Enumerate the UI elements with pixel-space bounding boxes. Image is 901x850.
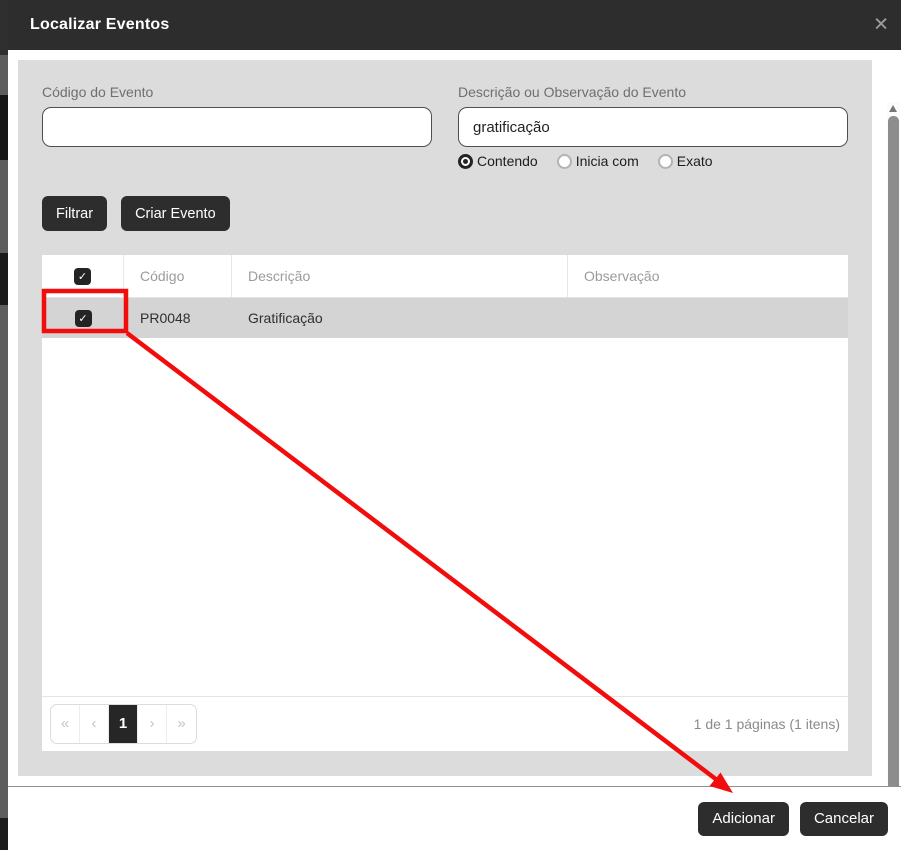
descricao-input[interactable]: [458, 107, 848, 147]
events-table: ✓ Código Descrição Observação ✓ PR0048 G…: [42, 255, 848, 751]
dialog-header: Localizar Eventos ✕: [8, 0, 901, 50]
codigo-field-group: Código do Evento: [42, 84, 432, 169]
select-all-cell: ✓: [42, 255, 124, 297]
codigo-input[interactable]: [42, 107, 432, 147]
cancelar-button[interactable]: Cancelar: [799, 801, 888, 836]
row-descricao: Gratificação: [248, 310, 323, 326]
row-codigo: PR0048: [140, 310, 191, 326]
screen: Localizar Eventos ✕ Código do Evento Des…: [0, 0, 901, 850]
row-checkbox-cell: ✓: [42, 298, 124, 338]
table-empty-area: [42, 338, 848, 696]
pager-first-button[interactable]: «: [51, 705, 80, 743]
radio-contendo[interactable]: Contendo: [458, 153, 538, 169]
row-checkbox[interactable]: ✓: [74, 309, 92, 327]
scrollbar-thumb[interactable]: [888, 116, 899, 812]
radio-selected-icon[interactable]: [458, 153, 473, 169]
table-header-row: ✓ Código Descrição Observação: [42, 255, 848, 298]
vertical-scrollbar[interactable]: [887, 102, 900, 828]
radio-exato-label: Exato: [676, 153, 713, 169]
pagination-bar: « ‹ 1 › » 1 de 1 páginas (1 itens): [42, 696, 848, 751]
close-icon[interactable]: ✕: [873, 16, 889, 35]
column-header-descricao: Descrição: [232, 255, 568, 297]
background-segment: [0, 253, 8, 305]
row-observacao: [568, 298, 848, 338]
codigo-label: Código do Evento: [42, 84, 154, 100]
radio-contendo-label: Contendo: [477, 153, 538, 169]
adicionar-button[interactable]: Adicionar: [698, 801, 789, 836]
pager-controls: « ‹ 1 › »: [50, 704, 197, 744]
radio-exato[interactable]: Exato: [657, 153, 713, 169]
dialog-body: Código do Evento Descrição ou Observação…: [8, 50, 901, 828]
table-row[interactable]: ✓ PR0048 Gratificação: [42, 298, 848, 338]
radio-unselected-icon[interactable]: [556, 153, 572, 169]
criar-evento-button[interactable]: Criar Evento: [121, 196, 230, 231]
filter-actions-row: Filtrar Criar Evento: [42, 196, 848, 231]
dialog-title: Localizar Eventos: [30, 16, 170, 33]
pager-last-button[interactable]: »: [167, 705, 196, 743]
radio-inicia-com-label: Inicia com: [575, 153, 639, 169]
radio-unselected-icon[interactable]: [657, 153, 673, 169]
dialog-footer: Adicionar Cancelar: [8, 786, 901, 850]
pager-page-1-button[interactable]: 1: [109, 705, 138, 743]
pager-prev-button[interactable]: ‹: [80, 705, 109, 743]
column-header-observacao: Observação: [584, 268, 660, 284]
background-segment: [0, 818, 8, 850]
background-page-edge: [0, 0, 8, 850]
pagination-info: 1 de 1 páginas (1 itens): [693, 716, 840, 732]
filter-fields-row: Código do Evento Descrição ou Observação…: [42, 84, 848, 169]
descricao-label: Descrição ou Observação do Evento: [458, 84, 687, 100]
match-mode-radios: Contendo Inicia com Exato: [458, 153, 848, 169]
background-segment: [0, 0, 8, 55]
descricao-field-group: Descrição ou Observação do Evento Conten…: [458, 84, 848, 169]
filter-panel: Código do Evento Descrição ou Observação…: [18, 60, 872, 776]
localizar-eventos-dialog: Localizar Eventos ✕ Código do Evento Des…: [8, 0, 901, 850]
scrollbar-up-icon[interactable]: [889, 105, 897, 112]
background-segment: [0, 95, 8, 160]
radio-inicia-com[interactable]: Inicia com: [556, 153, 639, 169]
select-all-checkbox[interactable]: ✓: [74, 267, 91, 285]
filtrar-button[interactable]: Filtrar: [42, 196, 108, 231]
column-header-codigo: Código: [124, 255, 232, 297]
pager-next-button[interactable]: ›: [138, 705, 167, 743]
